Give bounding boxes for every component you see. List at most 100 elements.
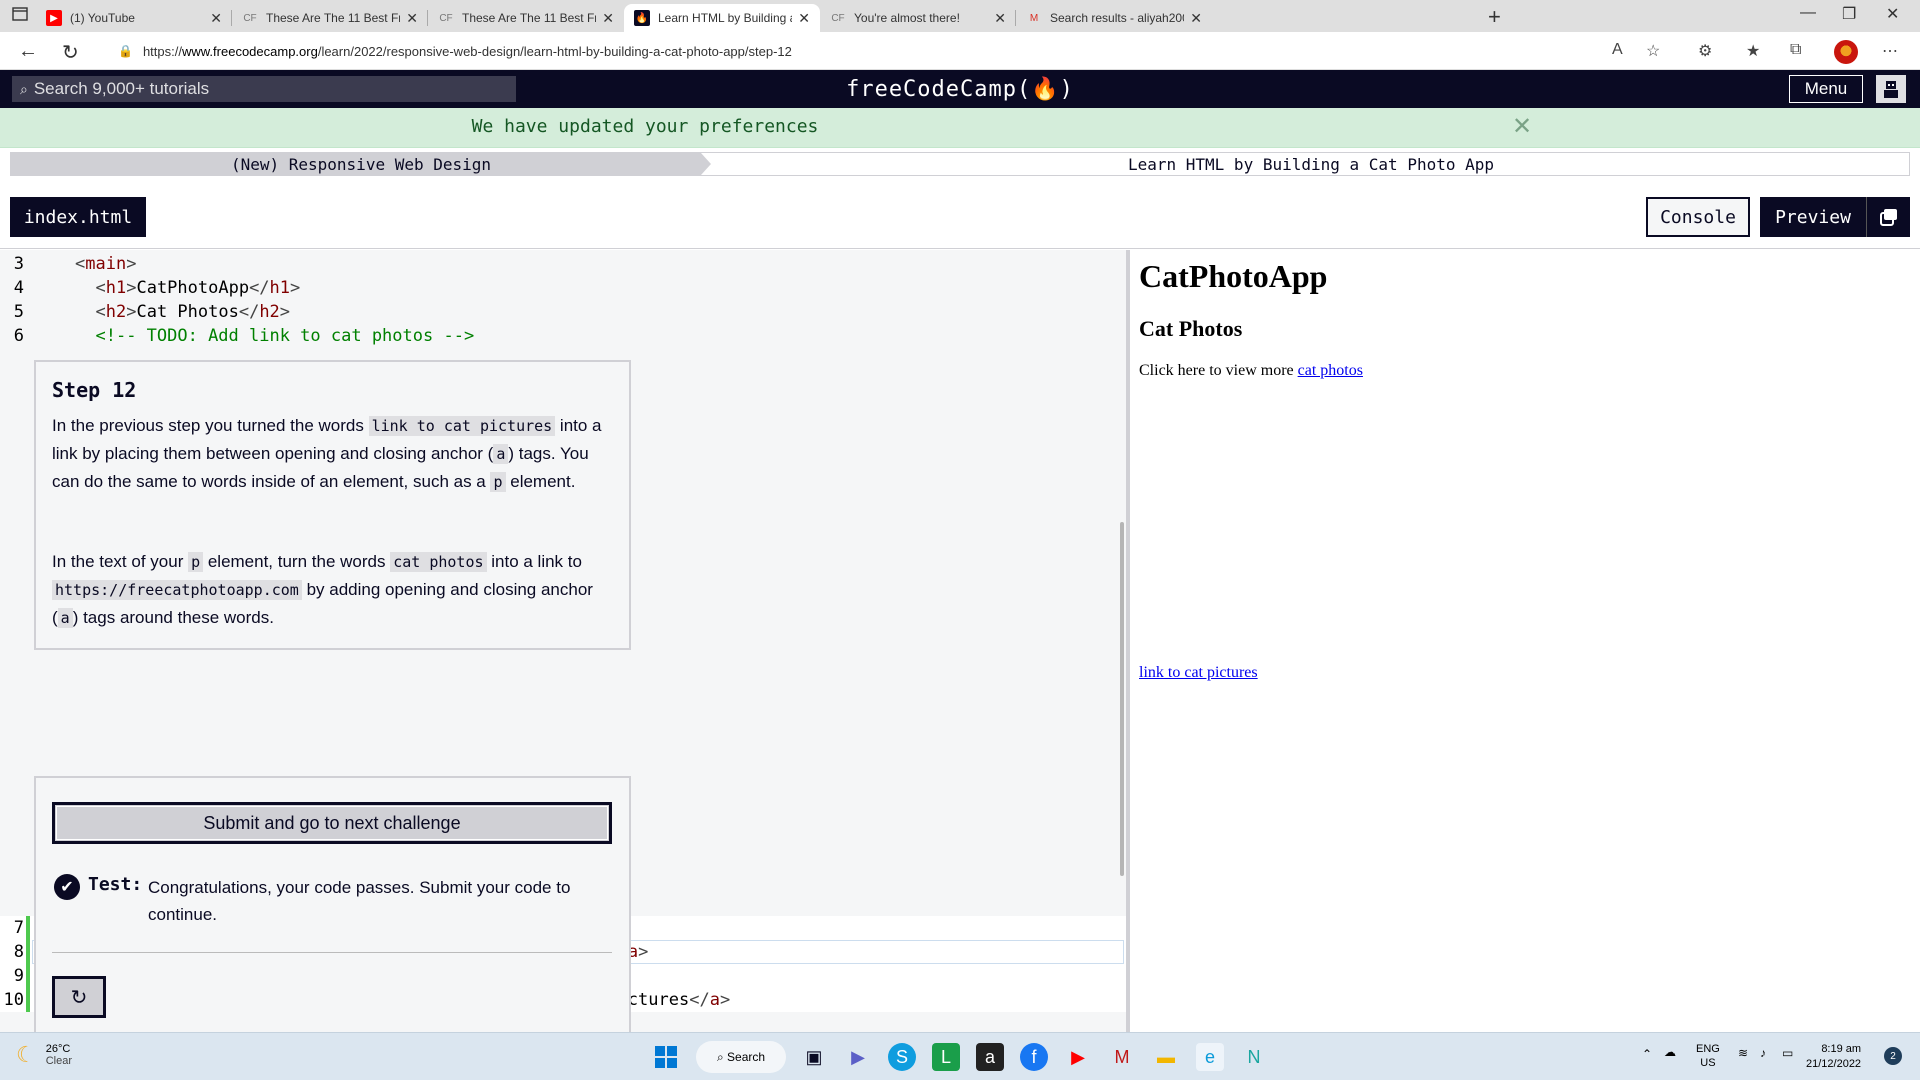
l-app-icon[interactable]: L: [932, 1043, 960, 1071]
code-line[interactable]: 4 <h1>CatPhotoApp</h1>: [0, 276, 1126, 300]
line-number: 7: [13, 918, 24, 938]
code-line[interactable]: 3 <main>: [0, 252, 1126, 276]
back-arrow-icon[interactable]: ←: [18, 40, 38, 63]
preview-pane: CatPhotoApp Cat Photos Click here to vie…: [1130, 250, 1920, 1032]
user-avatar-icon[interactable]: [1876, 75, 1906, 103]
read-aloud-icon[interactable]: A: [1612, 41, 1623, 59]
code-token: <: [75, 254, 86, 274]
youtube-icon[interactable]: ▶: [1064, 1043, 1092, 1071]
code-token: >: [719, 990, 731, 1010]
code-token: main: [85, 254, 127, 274]
mcafee-icon[interactable]: M: [1108, 1043, 1136, 1071]
console-button[interactable]: Console: [1646, 197, 1750, 237]
preview-button[interactable]: Preview: [1760, 197, 1866, 237]
inline-code: cat photos: [390, 552, 487, 572]
code-token: >: [126, 278, 137, 298]
clock-time: 8:19 am: [1821, 1043, 1862, 1055]
taskbar-search[interactable]: ⌕ Search: [696, 1041, 786, 1073]
edge-icon[interactable]: e: [1196, 1043, 1224, 1071]
tab-actions-icon[interactable]: [12, 7, 34, 25]
close-tab-icon[interactable]: ✕: [406, 10, 418, 27]
wifi-icon[interactable]: ≋: [1738, 1046, 1748, 1060]
close-window-button[interactable]: ✕: [1886, 4, 1899, 24]
code-token: a: [709, 990, 720, 1010]
code-token: </: [689, 990, 710, 1010]
breadcrumb-block[interactable]: Learn HTML by Building a Cat Photo App: [711, 153, 1911, 175]
code-token: h2: [259, 302, 280, 322]
restore-button[interactable]: ❐: [1842, 4, 1856, 24]
volume-icon[interactable]: ♪: [1760, 1046, 1766, 1060]
code-token: >: [279, 302, 291, 322]
gmail-icon: M: [1029, 12, 1039, 24]
menu-button[interactable]: Menu: [1789, 75, 1863, 103]
code-line[interactable]: 6 <!-- TODO: Add link to cat photos -->: [0, 324, 1126, 348]
url-field[interactable]: 🔒 https://www.freecodecamp.org/learn/202…: [118, 38, 792, 64]
test-panel: Submit and go to next challenge ✔ Test: …: [34, 776, 631, 1036]
new-tab-button[interactable]: +: [1488, 4, 1501, 30]
language-indicator[interactable]: ENG US: [1696, 1042, 1720, 1070]
line-number: 9: [13, 966, 24, 986]
breadcrumb-superblock[interactable]: (New) Responsive Web Design: [11, 153, 711, 175]
popout-preview-icon[interactable]: [1866, 197, 1910, 237]
chevron-up-icon[interactable]: ⌃: [1642, 1047, 1652, 1061]
step-text: In the previous step you turned the word…: [52, 416, 369, 435]
clock[interactable]: 8:19 am 21/12/2022: [1806, 1042, 1861, 1072]
url-host: www.freecodecamp.org: [181, 43, 318, 59]
freecodecamp-icon: 🔥: [634, 10, 650, 26]
editor-scrollbar[interactable]: [1120, 522, 1124, 876]
editable-region-marker: [26, 964, 30, 988]
amazon-icon[interactable]: a: [976, 1043, 1004, 1071]
task-view-icon[interactable]: ▣: [800, 1043, 828, 1071]
file-explorer-icon[interactable]: ▬: [1152, 1043, 1180, 1071]
more-options-icon[interactable]: ⋯: [1882, 41, 1898, 61]
close-tab-icon[interactable]: ✕: [798, 10, 810, 27]
step-description-panel: Step 12 In the previous step you turned …: [34, 360, 631, 650]
refresh-icon[interactable]: ↻: [62, 40, 79, 65]
test-message: Congratulations, your code passes. Submi…: [148, 878, 571, 924]
code-text: <h1>CatPhotoApp</h1>: [75, 276, 300, 300]
start-icon[interactable]: [652, 1043, 680, 1071]
weather-temperature: 26°C: [45, 1043, 71, 1055]
extensions-icon[interactable]: ⚙: [1698, 41, 1712, 61]
code-token: h1: [269, 278, 291, 298]
cf-icon: CF: [243, 12, 257, 24]
close-tab-icon[interactable]: ✕: [1190, 10, 1202, 27]
file-tab-index-html[interactable]: index.html: [10, 197, 146, 237]
browser-tab-title: Learn HTML by Building a Cat Ph: [658, 11, 792, 25]
close-tab-icon[interactable]: ✕: [602, 10, 614, 27]
clock-date: 21/12/2022: [1806, 1058, 1862, 1070]
n-app-icon[interactable]: N: [1240, 1043, 1268, 1071]
notification-badge[interactable]: 2: [1884, 1047, 1902, 1065]
fcc-navbar: ⌕ Search 9,000+ tutorials freeCodeCamp(🔥…: [0, 70, 1920, 108]
close-tab-icon[interactable]: ✕: [994, 10, 1006, 27]
profile-avatar[interactable]: [1834, 40, 1858, 64]
preview-cat-pictures-link[interactable]: link to cat pictures: [1139, 664, 1258, 682]
submit-button[interactable]: Submit and go to next challenge: [52, 802, 612, 844]
facebook-icon[interactable]: f: [1020, 1043, 1048, 1071]
line-number: 8: [13, 942, 24, 962]
close-tab-icon[interactable]: ✕: [210, 10, 222, 27]
favorite-star-icon[interactable]: ☆: [1646, 41, 1660, 61]
favorites-icon[interactable]: ★: [1746, 41, 1760, 61]
weather-widget[interactable]: ☾ 26°C Clear: [16, 1042, 72, 1068]
step-text: into a link to: [486, 552, 582, 571]
browser-tab[interactable]: CF You're almost there! ✕: [820, 4, 1016, 32]
code-line[interactable]: 5 <h2>Cat Photos</h2>: [0, 300, 1126, 324]
teams-icon[interactable]: ▶: [844, 1043, 872, 1071]
code-token: </: [249, 278, 270, 298]
collections-icon[interactable]: ⧉: [1790, 41, 1801, 59]
battery-icon[interactable]: ▭: [1782, 1046, 1793, 1060]
reset-icon[interactable]: ↻: [52, 976, 106, 1018]
close-icon[interactable]: ✕: [1512, 112, 1532, 141]
browser-tab[interactable]: 🔥 Learn HTML by Building a Cat Ph ✕: [624, 4, 820, 32]
onedrive-icon[interactable]: ☁: [1664, 1045, 1676, 1059]
skype-icon[interactable]: S: [888, 1043, 916, 1071]
fcc-logo[interactable]: freeCodeCamp(🔥): [0, 77, 1920, 102]
browser-tab[interactable]: ▶ (1) YouTube ✕: [36, 4, 232, 32]
minimize-button[interactable]: —: [1800, 4, 1816, 22]
preview-cat-photos-link[interactable]: cat photos: [1298, 362, 1363, 379]
browser-tab[interactable]: M Search results - aliyah2005@gm ✕: [1016, 4, 1212, 32]
browser-tab[interactable]: CF These Are The 11 Best Free Codin ✕: [428, 4, 624, 32]
browser-tab[interactable]: CF These Are The 11 Best Free Codin ✕: [232, 4, 428, 32]
